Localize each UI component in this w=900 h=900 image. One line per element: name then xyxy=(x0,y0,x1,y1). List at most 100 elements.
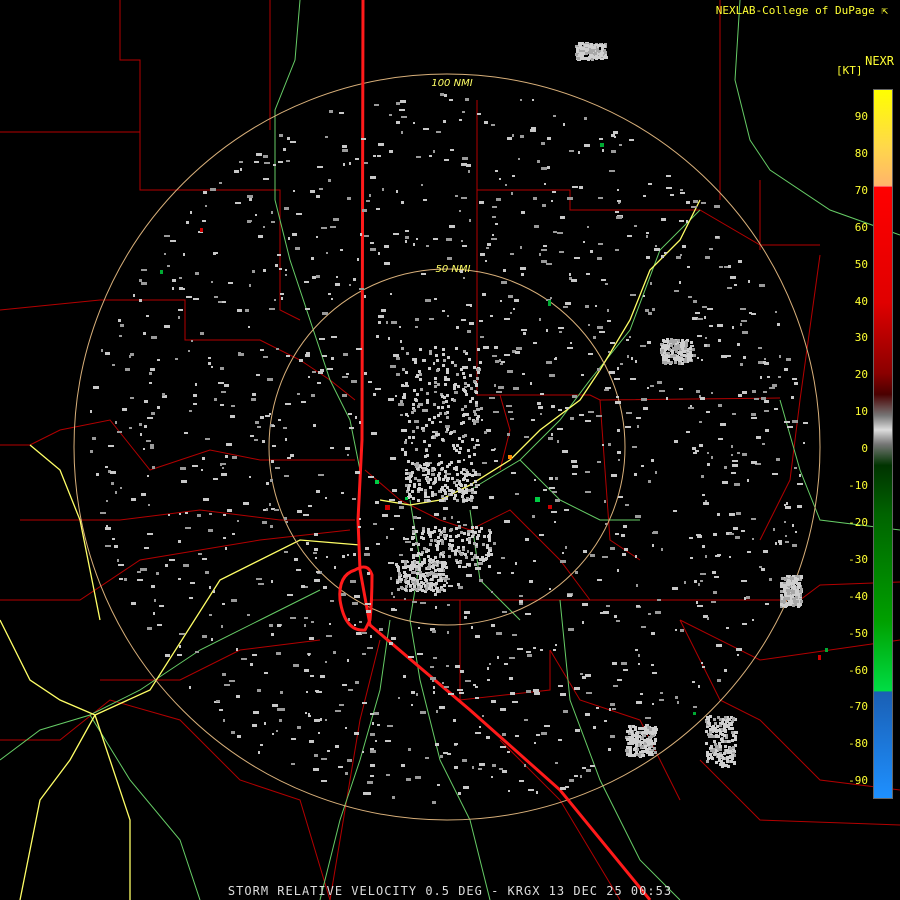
echo-pixel xyxy=(293,190,295,192)
echo-pixel xyxy=(355,416,357,419)
echo-pixel xyxy=(455,549,458,552)
echo-pixel xyxy=(565,302,571,305)
echo-pixel xyxy=(579,186,583,189)
echo-pixel xyxy=(751,413,756,416)
echo-pixel xyxy=(384,262,390,265)
echo-pixel xyxy=(431,494,434,497)
echo-pixel xyxy=(666,397,668,400)
echo-pixel xyxy=(154,599,156,602)
echo-pixel xyxy=(263,269,266,272)
echo-pixel xyxy=(404,598,406,600)
echo-pixel xyxy=(679,220,684,222)
echo-pixel xyxy=(420,536,423,539)
echo-pixel xyxy=(792,524,794,527)
echo-pixel xyxy=(457,689,463,691)
echo-pixel xyxy=(500,300,502,302)
echo-pixel xyxy=(714,743,717,746)
echo-pixel xyxy=(546,361,552,364)
echo-pixel xyxy=(462,372,465,375)
echo-pixel xyxy=(108,445,114,447)
echo-pixel xyxy=(391,321,397,324)
echo-pixel xyxy=(737,343,740,346)
echo-pixel xyxy=(422,474,427,476)
echo-pixel xyxy=(446,394,449,397)
echo-pixel xyxy=(460,471,463,474)
echo-pixel xyxy=(632,446,637,448)
echo-pixel xyxy=(144,400,148,403)
echo-pixel xyxy=(520,135,524,138)
echo-pixel xyxy=(791,396,794,399)
echo-pixel xyxy=(129,355,131,358)
echo-pixel xyxy=(504,318,510,320)
echo-pixel xyxy=(462,548,465,551)
echo-pixel xyxy=(461,240,463,242)
echo-pixel xyxy=(227,509,232,512)
echo-pixel xyxy=(707,617,709,620)
echo-pixel xyxy=(645,717,651,719)
echo-pixel xyxy=(534,225,539,228)
echo-pixel xyxy=(586,769,591,772)
echo-pixel xyxy=(761,397,766,400)
echo-pixel xyxy=(131,498,136,501)
echo-pixel xyxy=(661,548,663,551)
echo-pixel xyxy=(580,775,582,778)
echo-pixel xyxy=(412,543,415,546)
echo-pixel xyxy=(370,764,375,767)
echo-pixel xyxy=(574,687,580,690)
echo-pixel xyxy=(414,420,419,423)
echo-pixel xyxy=(349,162,351,165)
echo-pixel xyxy=(437,414,440,417)
product-label: NEXR xyxy=(865,54,894,68)
echo-pixel xyxy=(486,544,489,547)
echo-pixel xyxy=(284,207,289,210)
echo-pixel xyxy=(449,225,455,228)
echo-pixel xyxy=(751,417,757,419)
echo-pixel xyxy=(464,616,467,619)
echo-pixel xyxy=(515,735,519,737)
echo-pixel xyxy=(486,736,490,739)
echo-pixel xyxy=(249,284,251,287)
echo-pixel xyxy=(470,499,473,502)
echo-pixel xyxy=(531,127,536,129)
echo-pixel xyxy=(433,481,436,484)
echo-pixel xyxy=(408,565,411,568)
echo-pixel xyxy=(563,123,565,126)
echo-pixel xyxy=(640,693,643,695)
echo-pixel xyxy=(693,706,697,708)
echo-pixel xyxy=(284,551,288,553)
echo-pixel xyxy=(464,553,467,556)
echo-pixel xyxy=(438,477,441,480)
echo-pixel xyxy=(701,359,703,361)
echo-pixel xyxy=(751,518,756,520)
echo-pixel xyxy=(464,484,467,487)
echo-pixel xyxy=(551,433,553,436)
echo-pixel xyxy=(444,383,447,386)
echo-pixel xyxy=(373,155,376,157)
echo-pixel xyxy=(462,421,465,424)
echo-pixel xyxy=(125,368,130,371)
echo-pixel xyxy=(597,326,603,329)
echo-pixel xyxy=(722,481,728,484)
echo-pixel xyxy=(472,766,474,769)
echo-pixel xyxy=(522,373,525,375)
echo-pixel xyxy=(719,745,722,748)
echo-pixel xyxy=(473,380,476,383)
echo-pixel xyxy=(433,362,435,365)
echo-pixel xyxy=(183,564,189,567)
echo-pixel xyxy=(752,538,754,540)
echo-pixel xyxy=(512,634,517,636)
echo-pixel xyxy=(294,558,298,561)
echo-pixel xyxy=(447,257,452,260)
echo-pixel xyxy=(775,311,777,313)
echo-pixel xyxy=(432,589,435,592)
echo-pixel xyxy=(151,585,155,588)
echo-pixel xyxy=(467,530,470,533)
echo-pixel xyxy=(167,265,170,267)
echo-pixel xyxy=(151,336,157,339)
echo-pixel xyxy=(354,624,356,626)
echo-pixel xyxy=(417,488,420,491)
echo-pixel xyxy=(156,572,159,575)
echo-pixel xyxy=(579,46,582,49)
echo-pixel xyxy=(271,211,273,214)
echo-pixel xyxy=(482,543,485,546)
